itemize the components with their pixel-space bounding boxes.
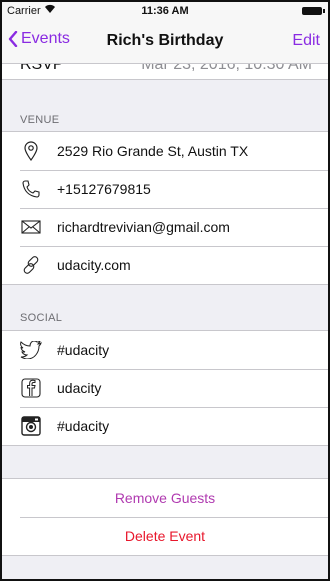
facebook-icon [20,377,42,399]
link-icon [20,254,42,276]
delete-event-row[interactable]: Delete Event [2,517,328,555]
venue-email: richardtrevivian@gmail.com [57,219,230,235]
envelope-icon [20,216,42,238]
phone-icon [20,178,42,200]
edit-button[interactable]: Edit [292,32,320,50]
social-group: #udacity udacity #udacity [2,330,328,446]
status-bar: Carrier 11:36 AM [2,2,328,20]
battery-icon [302,7,325,15]
venue-website-row[interactable]: udacity.com [2,246,328,284]
phone-screen: Carrier 11:36 AM Events Rich's Birthday … [0,0,330,581]
social-section-header: SOCIAL [20,312,63,324]
venue-website: udacity.com [57,257,131,273]
status-time: 11:36 AM [141,5,189,17]
venue-phone: +15127679815 [57,181,151,197]
venue-section-header: VENUE [20,114,60,126]
social-twitter-row[interactable]: #udacity [2,331,328,369]
instagram-icon [20,415,42,437]
remove-guests-button[interactable]: Remove Guests [2,490,328,506]
navigation-bar: Events Rich's Birthday Edit [2,20,328,64]
social-facebook-row[interactable]: udacity [2,369,328,407]
twitter-icon [20,339,42,361]
event-detail-list[interactable]: RSVP Mar 23, 2016, 10:30 AM VENUE 2529 R… [2,50,328,579]
venue-group: 2529 Rio Grande St, Austin TX +151276798… [2,131,328,285]
delete-event-button[interactable]: Delete Event [2,528,328,544]
page-title: Rich's Birthday [106,32,224,49]
venue-address-row[interactable]: 2529 Rio Grande St, Austin TX [2,132,328,170]
social-instagram-row[interactable]: #udacity [2,407,328,445]
venue-email-row[interactable]: richardtrevivian@gmail.com [2,208,328,246]
remove-guests-row[interactable]: Remove Guests [2,479,328,517]
instagram-handle: #udacity [57,418,110,434]
facebook-handle: udacity [57,380,102,396]
actions-group: Remove Guests Delete Event [2,478,328,556]
venue-phone-row[interactable]: +15127679815 [2,170,328,208]
location-pin-icon [20,140,42,162]
twitter-handle: #udacity [57,342,110,358]
venue-address: 2529 Rio Grande St, Austin TX [57,143,249,159]
